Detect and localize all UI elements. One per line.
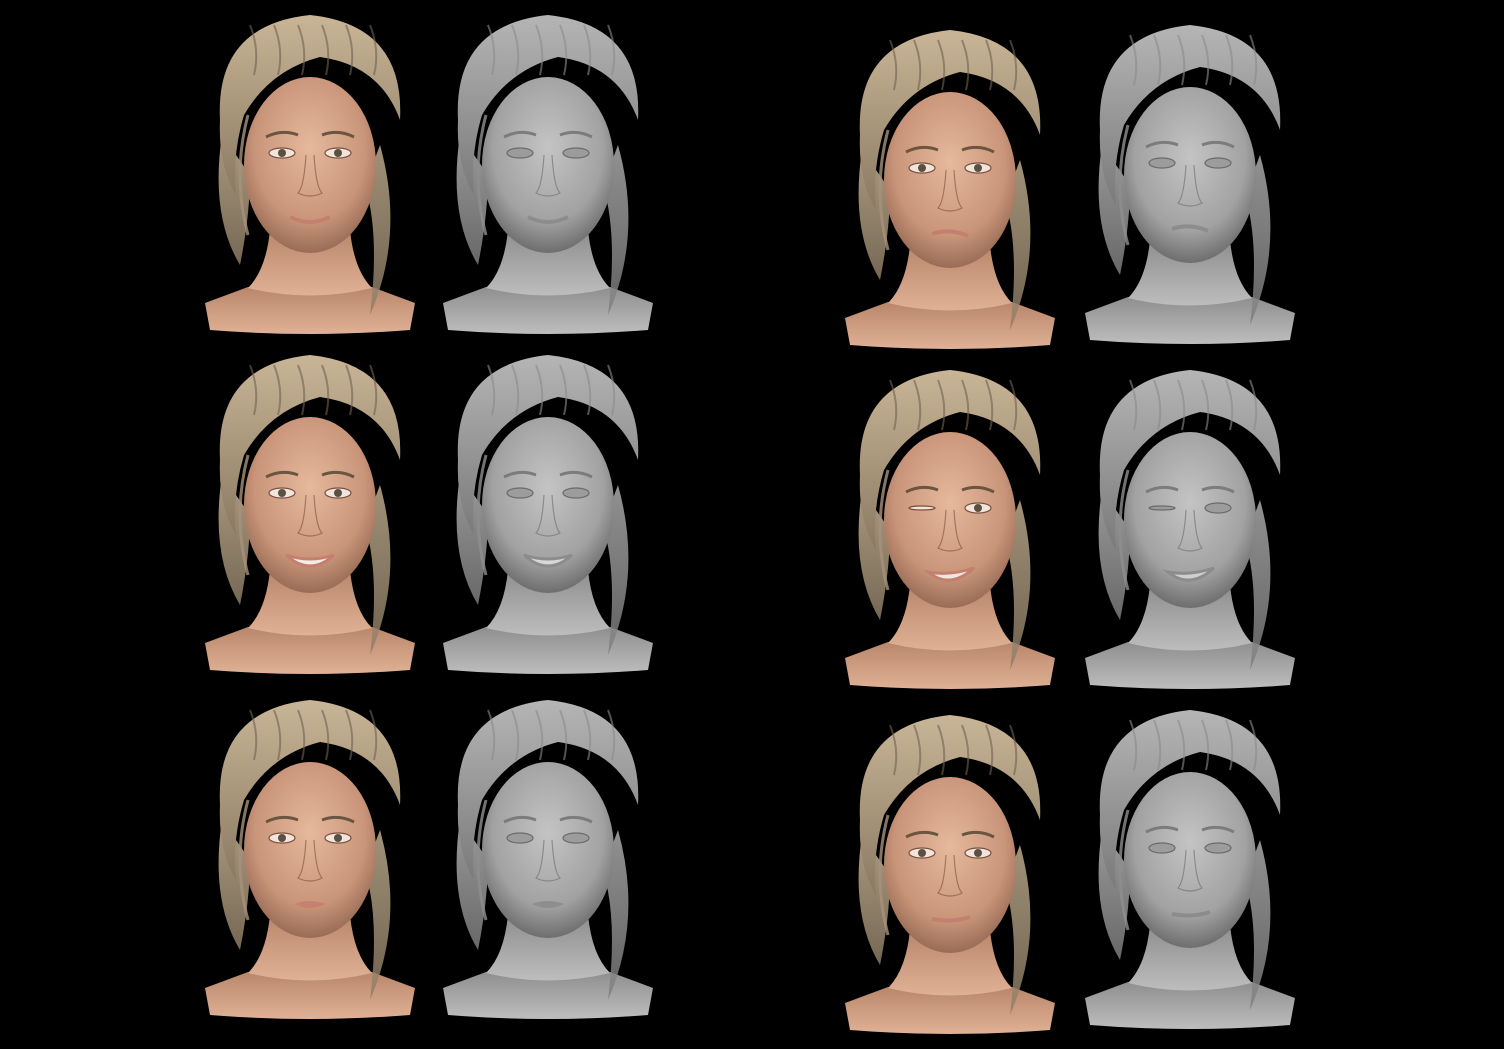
- face: [244, 762, 376, 938]
- head-render-left-row3-textured: [205, 700, 415, 1019]
- eye-left: [506, 487, 534, 499]
- iris-left: [918, 164, 926, 172]
- face: [1124, 432, 1256, 608]
- iris-left: [278, 489, 286, 497]
- eye-right: [1204, 157, 1232, 169]
- iris-left: [918, 849, 926, 857]
- face: [482, 762, 614, 938]
- face: [1124, 772, 1256, 948]
- face: [884, 92, 1016, 268]
- iris-right: [974, 164, 982, 172]
- eye-left: [1148, 842, 1176, 854]
- iris-left: [278, 834, 286, 842]
- head-render-right-row3-textured: [845, 715, 1055, 1034]
- head-render-right-row2-clay: [1085, 370, 1295, 689]
- face: [482, 77, 614, 253]
- face: [884, 432, 1016, 608]
- eye-left: [506, 147, 534, 159]
- eye-left: [908, 505, 936, 511]
- head-render-left-row1-clay: [443, 15, 653, 334]
- eye-right: [1204, 502, 1232, 514]
- eye-right: [1204, 842, 1232, 854]
- face: [244, 77, 376, 253]
- face: [884, 777, 1016, 953]
- iris-left: [278, 149, 286, 157]
- iris-right: [974, 504, 982, 512]
- iris-right: [974, 849, 982, 857]
- iris-right: [334, 149, 342, 157]
- face: [1124, 87, 1256, 263]
- head-render-right-row2-textured: [845, 370, 1055, 689]
- eye-left: [1148, 505, 1176, 511]
- head-render-left-row2-clay: [443, 355, 653, 674]
- head-render-right-row1-clay: [1085, 25, 1295, 344]
- head-renders-canvas: [205, 15, 1295, 1034]
- iris-right: [334, 834, 342, 842]
- render-sheet: [0, 0, 1504, 1049]
- head-render-right-row1-textured: [845, 30, 1055, 349]
- eye-right: [562, 487, 590, 499]
- head-render-left-row3-clay: [443, 700, 653, 1019]
- head-render-left-row2-textured: [205, 355, 415, 674]
- head-render-right-row3-clay: [1085, 710, 1295, 1029]
- eye-left: [1148, 157, 1176, 169]
- iris-right: [334, 489, 342, 497]
- eye-right: [562, 832, 590, 844]
- eye-left: [506, 832, 534, 844]
- head-render-left-row1-textured: [205, 15, 415, 334]
- eye-right: [562, 147, 590, 159]
